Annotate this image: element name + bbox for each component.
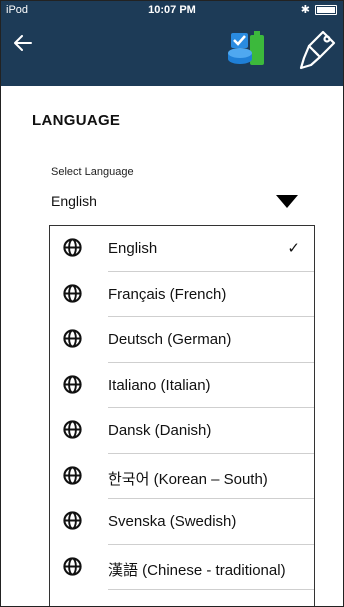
language-option-korean[interactable]: 한국어 (Korean – South) (50, 454, 314, 499)
selected-language-value[interactable]: English (51, 193, 97, 209)
language-option-label: Dansk (Danish) (108, 422, 212, 439)
checkmark-icon: ✓ (287, 240, 300, 257)
globe-icon (63, 420, 82, 439)
language-option-swedish[interactable]: Svenska (Swedish) (50, 499, 314, 545)
app-screen: iPod 10:07 PM ✱ LANGUAGE Select Language… (0, 0, 344, 607)
language-option-label: Deutsch (German) (108, 331, 232, 348)
status-icons: ✱ (301, 3, 337, 16)
globe-icon (63, 374, 82, 394)
globe-icon (63, 465, 82, 485)
language-option-chinese-traditional[interactable]: 漢語 (Chinese - traditional) (50, 545, 314, 590)
dropdown-caret-icon[interactable] (276, 195, 298, 208)
bluetooth-icon: ✱ (300, 4, 310, 16)
language-option-label: Italiano (Italian) (108, 376, 211, 394)
select-language-label: Select Language (51, 166, 134, 178)
language-option-label: 한국어 (Korean – South) (108, 470, 268, 488)
globe-icon (63, 511, 82, 530)
language-option-french[interactable]: Français (French) (50, 272, 314, 317)
language-option-italian[interactable]: Italiano (Italian) (50, 363, 314, 408)
language-option-german[interactable]: Deutsch (German) (50, 317, 314, 363)
probe-button[interactable] (296, 28, 338, 72)
language-option-label: Français (French) (108, 285, 227, 303)
app-header: iPod 10:07 PM ✱ (1, 1, 343, 86)
status-bar: iPod 10:07 PM ✱ (1, 1, 343, 21)
globe-icon (63, 329, 82, 348)
language-option-danish[interactable]: Dansk (Danish) (50, 408, 314, 454)
language-option-label: English (108, 240, 158, 257)
page-title: LANGUAGE (32, 112, 121, 129)
language-dropdown-list: English ✓ Français (French) Deutsch (Ger… (49, 225, 315, 606)
divider (108, 589, 314, 590)
battery-logo-icon (228, 31, 264, 65)
language-option-label: Svenska (Swedish) (108, 513, 237, 530)
battery-icon (315, 4, 337, 15)
globe-icon (63, 283, 82, 303)
globe-icon (63, 556, 82, 576)
clock: 10:07 PM (148, 4, 196, 16)
probe-icon (299, 30, 336, 70)
back-button[interactable] (9, 29, 37, 57)
arrow-left-icon (14, 35, 32, 51)
globe-icon (63, 238, 82, 257)
language-option-english[interactable]: English ✓ (50, 226, 314, 272)
language-option-label: 漢語 (Chinese - traditional) (108, 561, 286, 579)
